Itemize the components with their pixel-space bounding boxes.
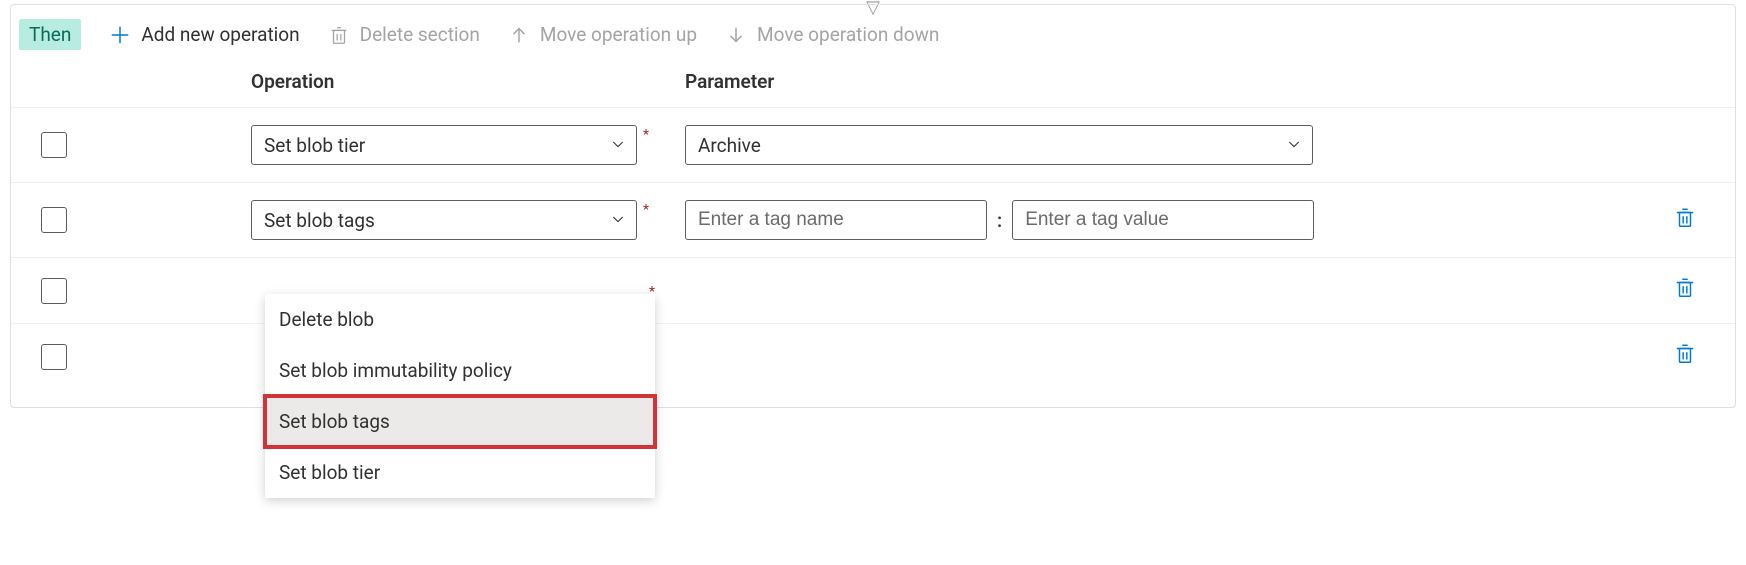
- table-headers: Operation Parameter: [11, 70, 1735, 108]
- tag-name-input[interactable]: [685, 200, 987, 240]
- add-operation-button[interactable]: Add new operation: [109, 23, 299, 46]
- operation-select-value: Set blob tags: [264, 209, 375, 232]
- required-marker: *: [643, 125, 649, 143]
- header-parameter: Parameter: [671, 70, 1635, 93]
- operation-select-value: Set blob tier: [264, 134, 365, 157]
- tag-separator: :: [997, 209, 1002, 232]
- dropdown-option-set-blob-tags[interactable]: Set blob tags: [265, 396, 655, 447]
- chevron-down-icon: [1286, 134, 1302, 157]
- delete-row-button[interactable]: [1674, 341, 1696, 372]
- add-operation-label: Add new operation: [141, 23, 299, 46]
- chevron-down-icon: [610, 209, 626, 232]
- table-row: Set blob tier * Archive: [11, 108, 1735, 183]
- tag-value-input[interactable]: [1012, 200, 1314, 240]
- header-operation: Operation: [251, 70, 671, 93]
- dropdown-option-set-blob-tier[interactable]: Set blob tier: [265, 447, 655, 498]
- operation-select[interactable]: Set blob tags: [251, 200, 637, 240]
- move-up-label: Move operation up: [540, 23, 697, 46]
- arrow-down-icon: [725, 24, 747, 46]
- plus-icon: [109, 24, 131, 46]
- parameter-select[interactable]: Archive: [685, 125, 1313, 165]
- dropdown-option-label: Set blob immutability policy: [279, 359, 512, 382]
- delete-section-label: Delete section: [360, 23, 480, 46]
- then-badge: Then: [19, 19, 81, 50]
- delete-row-button[interactable]: [1674, 275, 1696, 306]
- dropdown-option-label: Set blob tags: [279, 410, 390, 433]
- delete-row-button[interactable]: [1674, 205, 1696, 236]
- parameter-select-value: Archive: [698, 134, 761, 157]
- chevron-down-icon: [610, 134, 626, 157]
- dropdown-option-delete-blob[interactable]: Delete blob: [265, 294, 655, 345]
- table-row: Set blob tags * :: [11, 183, 1735, 258]
- trash-icon: [328, 24, 350, 46]
- operation-dropdown: Delete blob Set blob immutability policy…: [265, 294, 655, 498]
- row-checkbox[interactable]: [41, 132, 67, 158]
- dropdown-option-label: Set blob tier: [279, 461, 380, 484]
- operations-panel: Then Add new operation Delete section Mo…: [10, 4, 1736, 408]
- move-down-label: Move operation down: [757, 23, 939, 46]
- row-checkbox[interactable]: [41, 278, 67, 304]
- arrow-up-icon: [508, 24, 530, 46]
- delete-section-button[interactable]: Delete section: [328, 23, 480, 46]
- dropdown-option-label: Delete blob: [279, 308, 374, 331]
- move-down-button[interactable]: Move operation down: [725, 23, 939, 46]
- move-up-button[interactable]: Move operation up: [508, 23, 697, 46]
- row-checkbox[interactable]: [41, 207, 67, 233]
- dropdown-option-set-immutability[interactable]: Set blob immutability policy: [265, 345, 655, 396]
- operations-toolbar: Then Add new operation Delete section Mo…: [11, 5, 1735, 70]
- operation-select[interactable]: Set blob tier: [251, 125, 637, 165]
- required-marker: *: [643, 200, 649, 218]
- row-checkbox[interactable]: [41, 344, 67, 370]
